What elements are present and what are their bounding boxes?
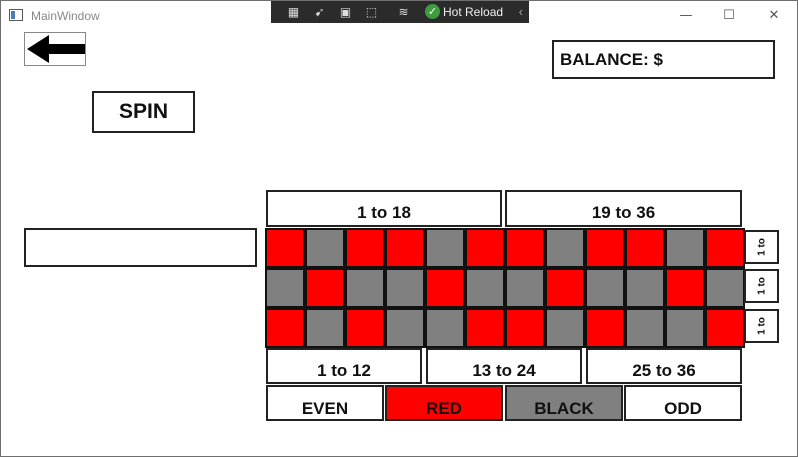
column-bet-1[interactable]: 1 to <box>744 230 779 264</box>
number-cell-black[interactable] <box>465 268 505 308</box>
bet-13-to-24[interactable]: 13 to 24 <box>426 348 582 384</box>
number-cell-red[interactable] <box>305 268 345 308</box>
number-cell-black[interactable] <box>625 268 665 308</box>
number-cell-red[interactable] <box>625 228 665 268</box>
live-visual-tree-icon[interactable]: ▦ <box>285 4 302 20</box>
black-bet[interactable]: BLACK <box>505 385 623 421</box>
number-cell-red[interactable] <box>425 268 465 308</box>
back-arrow-icon <box>27 35 85 63</box>
column-bet-label: 1 to <box>756 277 767 295</box>
number-cell-red[interactable] <box>505 308 545 348</box>
number-cell-black[interactable] <box>385 268 425 308</box>
collapse-toolbar-icon[interactable]: ‹ <box>519 4 523 19</box>
number-cell-red[interactable] <box>705 308 745 348</box>
number-cell-black[interactable] <box>385 308 425 348</box>
number-cell-black[interactable] <box>585 268 625 308</box>
select-element-icon[interactable]: ➹ <box>311 4 328 20</box>
number-cell-black[interactable] <box>265 268 305 308</box>
column-bet-3[interactable]: 1 to <box>744 309 779 343</box>
bet-19-to-36[interactable]: 19 to 36 <box>505 190 742 227</box>
hot-reload-label[interactable]: Hot Reload <box>443 5 503 19</box>
close-button[interactable]: ✕ <box>751 5 797 27</box>
red-bet[interactable]: RED <box>385 385 503 421</box>
number-cell-red[interactable] <box>265 228 305 268</box>
bet-1-to-12[interactable]: 1 to 12 <box>266 348 422 384</box>
window-title: MainWindow <box>31 9 100 23</box>
number-cell-red[interactable] <box>665 268 705 308</box>
balance-display: BALANCE: $ <box>552 40 775 79</box>
number-cell-red[interactable] <box>585 228 625 268</box>
even-bet[interactable]: EVEN <box>266 385 384 421</box>
number-cell-black[interactable] <box>625 308 665 348</box>
bet-amount-input[interactable] <box>24 228 257 267</box>
number-cell-red[interactable] <box>705 228 745 268</box>
number-cell-red[interactable] <box>265 308 305 348</box>
track-focused-element-icon[interactable]: ⬚ <box>363 4 380 20</box>
hot-reload-check-icon: ✓ <box>425 4 440 19</box>
minimize-button[interactable]: — <box>663 5 709 27</box>
number-cell-black[interactable] <box>345 268 385 308</box>
number-cell-red[interactable] <box>505 228 545 268</box>
number-cell-black[interactable] <box>305 308 345 348</box>
spin-button[interactable]: SPIN <box>92 91 195 133</box>
number-cell-red[interactable] <box>545 268 585 308</box>
column-bet-2[interactable]: 1 to <box>744 269 779 303</box>
main-window: MainWindow ▦ ➹ ▣ ⬚ ≋ ✓ Hot Reload ‹ — ☐ … <box>0 0 798 457</box>
column-bet-label: 1 to <box>756 238 767 256</box>
number-cell-red[interactable] <box>465 308 505 348</box>
title-bar: MainWindow ▦ ➹ ▣ ⬚ ≋ ✓ Hot Reload ‹ — ☐ … <box>1 1 797 31</box>
back-button[interactable] <box>24 32 86 66</box>
bet-1-to-18[interactable]: 1 to 18 <box>266 190 502 227</box>
number-cell-black[interactable] <box>425 308 465 348</box>
column-bet-label: 1 to <box>756 317 767 335</box>
number-cell-black[interactable] <box>545 228 585 268</box>
number-cell-red[interactable] <box>345 228 385 268</box>
odd-bet[interactable]: ODD <box>624 385 742 421</box>
number-cell-red[interactable] <box>345 308 385 348</box>
number-cell-black[interactable] <box>665 308 705 348</box>
bet-25-to-36[interactable]: 25 to 36 <box>586 348 742 384</box>
number-cell-black[interactable] <box>425 228 465 268</box>
number-cell-black[interactable] <box>305 228 345 268</box>
app-icon <box>9 9 23 21</box>
number-cell-black[interactable] <box>505 268 545 308</box>
display-layout-adorners-icon[interactable]: ▣ <box>337 4 354 20</box>
number-cell-red[interactable] <box>585 308 625 348</box>
maximize-button[interactable]: ☐ <box>706 5 752 27</box>
number-cell-black[interactable] <box>665 228 705 268</box>
number-cell-black[interactable] <box>545 308 585 348</box>
number-cell-red[interactable] <box>465 228 505 268</box>
number-cell-black[interactable] <box>705 268 745 308</box>
binding-failures-icon[interactable]: ≋ <box>395 4 412 20</box>
number-cell-red[interactable] <box>385 228 425 268</box>
debug-toolbar: ▦ ➹ ▣ ⬚ ≋ ✓ Hot Reload ‹ <box>271 1 529 23</box>
